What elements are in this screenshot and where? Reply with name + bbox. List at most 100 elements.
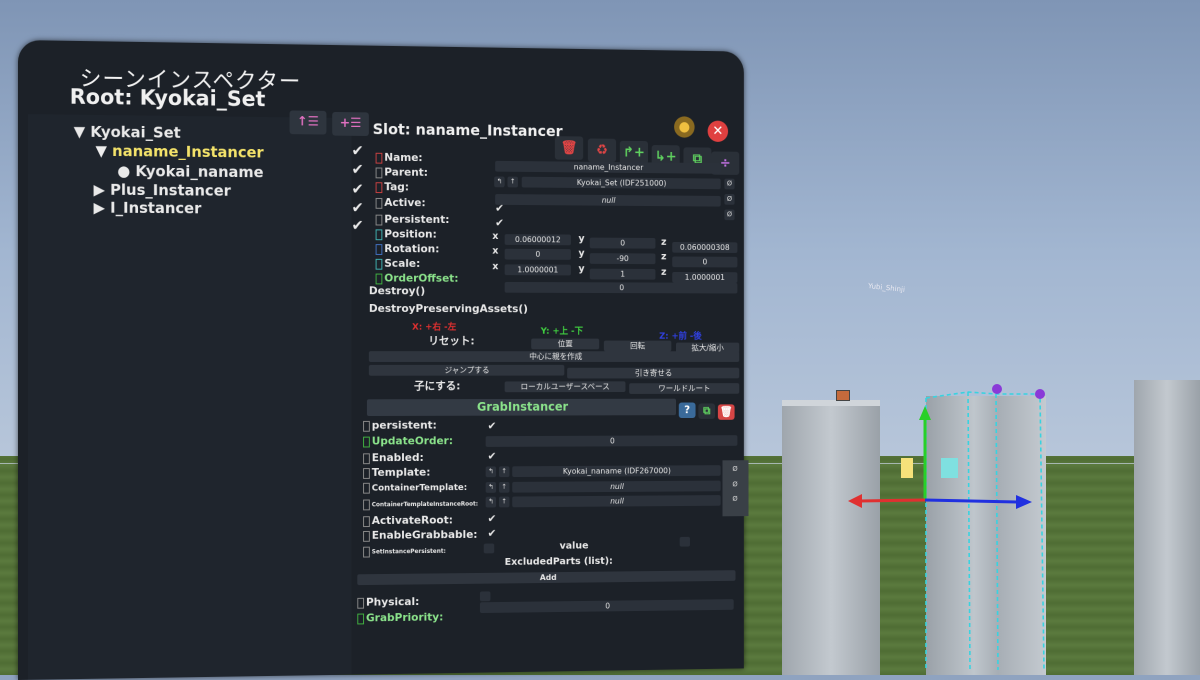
activate-root-checkbox[interactable]: ✔	[488, 512, 497, 525]
container-template-field[interactable]: null	[512, 480, 721, 493]
value-checkbox[interactable]	[679, 536, 690, 547]
expand-arrow-icon[interactable]: ▶	[94, 181, 105, 199]
enabled-label: Enabled:	[363, 451, 424, 464]
delete-slot-button[interactable]: 🗑	[554, 136, 584, 160]
reset-position-button[interactable]: 位置	[531, 338, 600, 350]
axis-z: z	[661, 251, 667, 263]
active-toggle-check[interactable]: ✔	[352, 199, 364, 217]
tree-item-kyokai-set[interactable]: ▼ Kyokai_Set	[74, 123, 181, 142]
help-icon[interactable]: ?	[678, 402, 696, 419]
duplicate-component-icon[interactable]: ⧉	[698, 403, 716, 419]
axis-x: x	[492, 231, 499, 242]
pillar-right[interactable]	[1134, 380, 1200, 675]
container-root-field[interactable]: null	[512, 495, 721, 508]
container-jump-icon[interactable]: ↰	[485, 482, 497, 493]
clear-icon[interactable]: Ø	[724, 209, 735, 221]
reset-label: リセット:	[428, 334, 475, 348]
enabled-checkbox[interactable]: ✔	[488, 450, 497, 463]
scale-y-field[interactable]: 1	[589, 268, 656, 280]
parent-field[interactable]: Kyokai_Set (IDF251000)	[521, 176, 721, 190]
orderoffset-label: OrderOffset:	[375, 272, 458, 285]
tree-item-plus-instancer[interactable]: ▶ Plus_Instancer	[94, 181, 231, 200]
physical-checkbox[interactable]	[479, 591, 491, 602]
grab-priority-field[interactable]: 0	[479, 599, 734, 614]
add-button[interactable]: Add	[357, 570, 736, 586]
jump-to-button[interactable]: ジャンプする	[368, 364, 565, 376]
component-header[interactable]: GrabInstancer	[366, 398, 676, 417]
expand-arrow-icon[interactable]: ▼	[74, 123, 85, 141]
persistent-checkbox[interactable]: ✔	[495, 217, 504, 230]
clear-icon[interactable]: Ø	[730, 494, 740, 505]
parent-jump-icon[interactable]: ↰	[494, 176, 505, 188]
root-set-button[interactable]: +☰	[332, 111, 369, 136]
scene-inspector-panel[interactable]: シーンインスペクター Root: Kyokai_Set ↑☰ +☰ ▼ Kyok…	[18, 40, 749, 680]
small-object[interactable]	[836, 390, 850, 401]
recycle-icon[interactable]: ♻	[587, 138, 617, 163]
persistent-comp-checkbox[interactable]: ✔	[488, 420, 497, 433]
tree-item-label: naname_Instancer	[112, 142, 264, 162]
create-parent-at-center-button[interactable]: 中心に親を作成	[368, 351, 740, 362]
bring-to-button[interactable]: 引き寄せる	[567, 367, 740, 379]
root-label: Root: Kyokai_Set	[69, 84, 266, 112]
position-y-field[interactable]: 0	[589, 237, 656, 249]
template-up-icon[interactable]: ↑	[498, 466, 510, 478]
position-label: Position:	[375, 227, 437, 241]
tree-item-naname-instancer[interactable]: ▼ naname_Instancer	[96, 142, 264, 162]
clear-icon[interactable]: Ø	[724, 178, 735, 190]
reset-rotation-button[interactable]: 回転	[603, 340, 672, 352]
scale-z-field[interactable]: 1.0000001	[672, 271, 738, 283]
root-up-button[interactable]: ↑☰	[289, 110, 327, 135]
active-toggle-check[interactable]: ✔	[352, 180, 364, 198]
close-icon[interactable]: ✕	[707, 120, 729, 143]
parent-up-icon[interactable]: ↑	[507, 176, 518, 188]
clear-icon[interactable]: Ø	[724, 194, 735, 205]
rotation-z-field[interactable]: 0	[672, 256, 738, 268]
set-instance-persistent-checkbox[interactable]	[483, 543, 495, 554]
active-checkbox[interactable]: ✔	[495, 202, 504, 215]
position-x-field[interactable]: 0.06000012	[504, 234, 571, 246]
activate-root-label: ActivateRoot:	[363, 514, 453, 527]
grab-priority-label: GrabPriority:	[357, 611, 443, 625]
destroy-preserving-action[interactable]: DestroyPreservingAssets()	[369, 302, 528, 315]
make-child-label: 子にする:	[414, 379, 461, 393]
container-up-icon[interactable]: ↑	[498, 481, 510, 493]
template-field[interactable]: Kyokai_naname (IDF267000)	[512, 465, 721, 478]
pillar-selected[interactable]	[926, 396, 1046, 675]
scale-x-field[interactable]: 1.0000001	[504, 264, 571, 276]
rotation-x-field[interactable]: 0	[504, 248, 571, 260]
name-label: Name:	[375, 151, 423, 164]
clear-icon[interactable]: Ø	[730, 464, 740, 475]
expand-arrow-icon[interactable]: ▼	[96, 142, 107, 160]
update-order-field[interactable]: 0	[485, 435, 738, 447]
pillar-left[interactable]	[782, 402, 880, 675]
tree-item-kyokai-naname[interactable]: ● Kyokai_naname	[117, 162, 263, 181]
axis-y: y	[578, 248, 585, 259]
set-instance-persistent-label: SetInstancePersistent:	[363, 546, 446, 558]
orderoffset-field[interactable]: 0	[504, 281, 738, 294]
pin-icon[interactable]: ●	[674, 116, 695, 138]
x-axis-hint: X: +右 -左	[412, 322, 457, 333]
world-root-button[interactable]: ワールドルート	[629, 383, 740, 394]
rotation-y-field[interactable]: -90	[589, 253, 656, 265]
active-toggle-check[interactable]: ✔	[352, 142, 364, 160]
local-userspace-button[interactable]: ローカルユーザースペース	[504, 381, 626, 393]
template-jump-icon[interactable]: ↰	[485, 466, 497, 478]
container-root-up-icon[interactable]: ↑	[498, 496, 510, 508]
container-root-jump-icon[interactable]: ↰	[485, 496, 497, 508]
expand-arrow-icon[interactable]: ▶	[94, 199, 105, 217]
delete-component-icon[interactable]: 🗑	[717, 404, 735, 420]
destroy-action[interactable]: Destroy()	[369, 284, 425, 297]
tree-item-label: I_Instancer	[110, 198, 202, 218]
tree-item-i-instancer[interactable]: ▶ I_Instancer	[94, 199, 202, 218]
clear-icon[interactable]: Ø	[730, 480, 740, 491]
active-toggle-check[interactable]: ✔	[352, 160, 364, 178]
name-field[interactable]: naname_Instancer	[495, 160, 721, 174]
tag-field[interactable]: null	[495, 194, 721, 207]
position-z-field[interactable]: 0.060000308	[672, 241, 738, 253]
container-root-label: ContainerTemplateInstanceRoot:	[363, 499, 478, 511]
excluded-parts-label: ExcludedParts (list):	[504, 555, 613, 568]
active-toggle-check[interactable]: ✔	[352, 216, 364, 234]
scale-label: Scale:	[375, 257, 420, 270]
enable-grabbable-checkbox[interactable]: ✔	[488, 527, 497, 540]
insert-parent-button[interactable]: ↱+	[619, 140, 648, 165]
